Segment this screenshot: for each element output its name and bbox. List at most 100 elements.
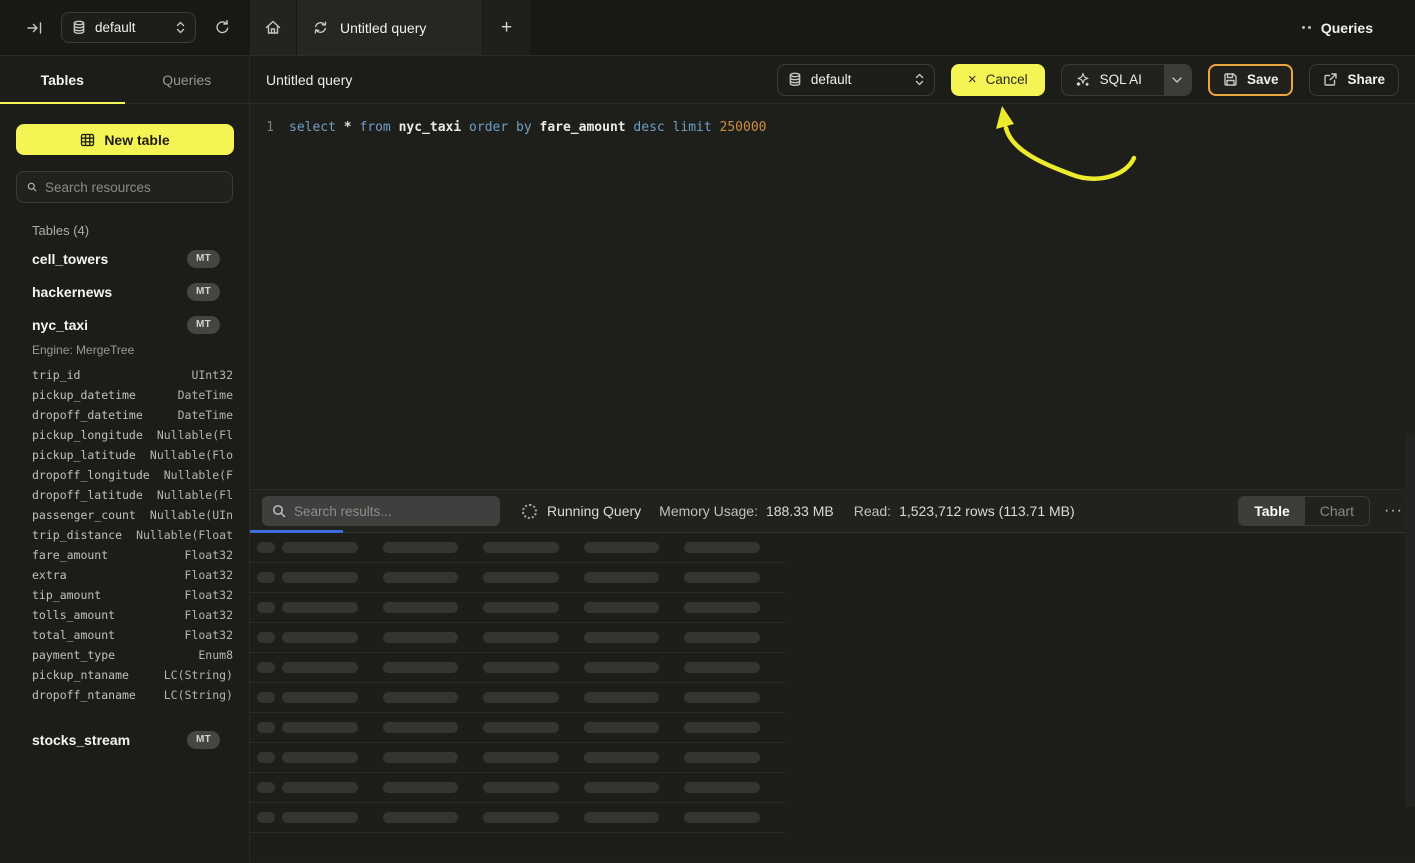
top-bar: default Untitl [0,0,1415,56]
column-row: dropoff_latitudeNullable(Fl [32,485,233,505]
skeleton-cell [684,812,760,823]
skeleton-cell [684,572,760,583]
column-name: dropoff_datetime [32,408,143,422]
skeleton-cell [282,692,358,703]
resource-search-input[interactable] [45,180,222,195]
column-type: Enum8 [198,648,233,662]
skeleton-cell [483,722,559,733]
skeleton-cell [483,572,559,583]
refresh-button[interactable] [212,17,233,38]
scrollbar-track[interactable] [1405,433,1415,807]
resource-search[interactable] [16,171,233,203]
toggle-table[interactable]: Table [1239,497,1305,525]
skeleton-cell [483,812,559,823]
skeleton-row [250,623,785,653]
code-token: order by [469,120,539,135]
column-name: dropoff_longitude [32,468,150,482]
skeleton-cell [584,542,660,553]
column-row: fare_amountFloat32 [32,545,233,565]
share-button[interactable]: Share [1309,64,1399,96]
results-skeleton [250,533,1415,862]
skeleton-cell [383,602,459,613]
skeleton-cell [282,782,358,793]
code-token: 250000 [720,120,767,135]
skeleton-cell [383,632,459,643]
skeleton-cell [383,542,459,553]
table-row-stocks-stream[interactable]: stocks_stream MT [0,723,249,756]
sql-ai-button[interactable]: SQL AI [1062,65,1155,95]
column-type: LC(String) [164,668,233,682]
skeleton-cell [483,662,559,673]
column-type: LC(String) [164,688,233,702]
tab-tables[interactable]: Tables [0,56,125,103]
column-name: trip_id [32,368,80,382]
database-selector-query[interactable]: default [777,64,935,96]
skeleton-cell [282,572,358,583]
code-row: 1 select * from nyc_taxi order by fare_a… [250,104,1415,137]
skeleton-cell [383,812,459,823]
queries-dots-icon [1302,26,1311,29]
skeleton-cell [282,602,358,613]
more-options-button[interactable]: ··· [1384,502,1403,520]
column-type: Nullable(F [164,468,233,482]
save-button[interactable]: Save [1208,64,1294,96]
skeleton-row [250,773,785,803]
column-row: dropoff_ntaname LC(String) [32,685,233,705]
table-row-cell-towers[interactable]: cell_towers MT [0,242,249,275]
toggle-chart[interactable]: Chart [1305,497,1369,525]
skeleton-cell [257,662,275,673]
code-token: desc limit [633,120,719,135]
skeleton-cell [483,632,559,643]
column-type: Float32 [185,608,233,622]
skeleton-cell [483,692,559,703]
sql-editor[interactable]: 1 select * from nyc_taxi order by fare_a… [250,104,1415,489]
results-search[interactable] [262,496,500,526]
column-type: DateTime [178,388,233,402]
code-token: select [289,120,344,135]
collapse-sidebar-button[interactable] [24,18,45,38]
table-row-nyc-taxi[interactable]: nyc_taxi MT [0,308,249,341]
database-selector-top[interactable]: default [61,12,196,43]
table-row-hackernews[interactable]: hackernews MT [0,275,249,308]
query-status: Running Query [522,503,641,519]
skeleton-cell [383,722,459,733]
engine-badge: MT [187,283,220,301]
refresh-icon [214,19,231,36]
tab-untitled-query[interactable]: Untitled query [297,0,483,55]
database-icon [72,20,86,35]
column-row: trip_id UInt32 [32,365,233,385]
tab-queries[interactable]: Queries [125,56,250,103]
chevron-down-icon [1172,77,1182,83]
new-tab-button[interactable]: + [483,0,530,55]
results-search-input[interactable] [294,504,490,519]
share-icon [1323,72,1338,87]
column-type: Nullable(UIn [150,508,233,522]
sql-ai-dropdown-button[interactable] [1164,65,1191,95]
engine-badge: MT [187,731,220,749]
sql-console-app: default Untitl [0,0,1415,863]
column-name: extra [32,568,67,582]
queries-button[interactable]: Queries [1321,20,1373,36]
results-toolbar: Running Query Memory Usage: 188.33 MB Re… [250,489,1415,533]
home-tab-button[interactable] [250,0,297,55]
column-row: dropoff_datetimeDateTime [32,405,233,425]
column-row: tip_amountFloat32 [32,585,233,605]
column-row: pickup_latitudeNullable(Flo [32,445,233,465]
table-list: cell_towers MT hackernews MT nyc_taxi MT… [0,242,249,756]
column-row: pickup_ntanameLC(String) [32,665,233,685]
results-toolbar-right: Table Chart ··· [1238,496,1403,526]
new-table-button[interactable]: New table [16,124,234,155]
skeleton-cell [584,602,660,613]
spinner-icon [522,504,537,519]
main-panel: Untitled query default × Cancel [250,56,1415,863]
skeleton-cell [383,752,459,763]
column-type: UInt32 [191,368,233,382]
column-row: extraFloat32 [32,565,233,585]
memory-usage-label: Memory Usage: [659,503,758,519]
skeleton-cell [584,632,660,643]
column-name: dropoff_latitude [32,488,143,502]
column-type: Nullable(Flo [150,448,233,462]
code-token: nyc_taxi [399,120,469,135]
column-name: dropoff_ntaname [32,688,136,702]
cancel-button[interactable]: × Cancel [951,64,1045,96]
